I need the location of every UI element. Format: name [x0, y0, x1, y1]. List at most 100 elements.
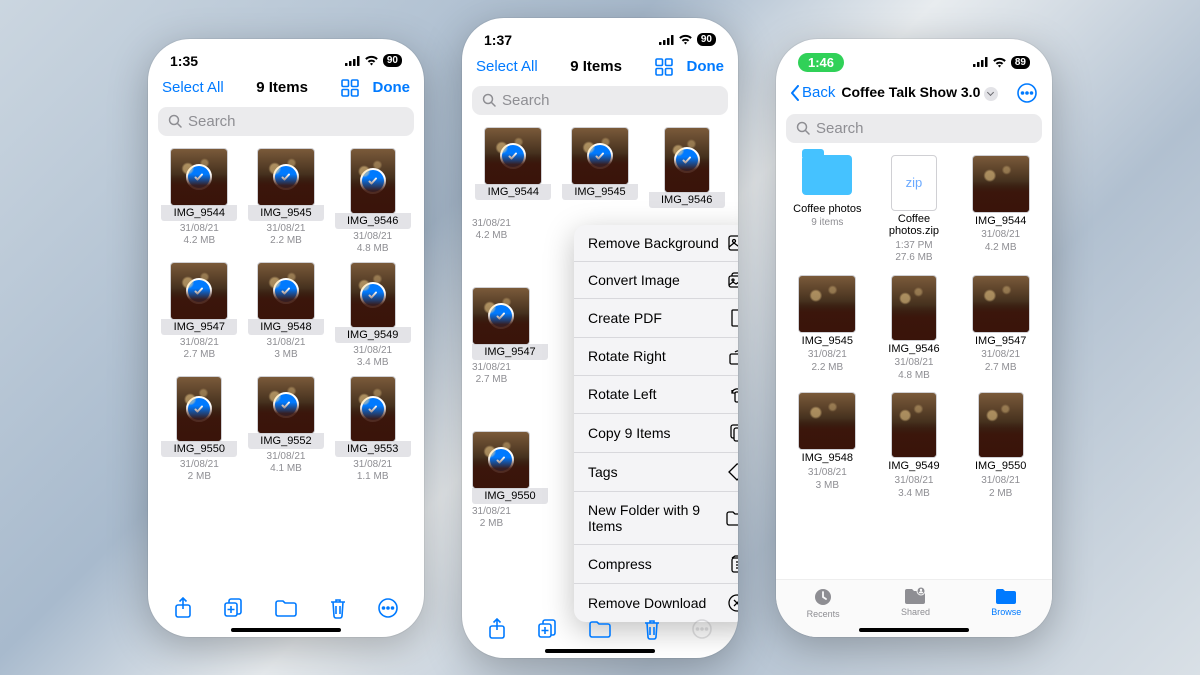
selected-check-icon	[273, 392, 299, 418]
menu-item-label: New Folder with 9 Items	[588, 502, 726, 534]
file-item[interactable]: IMG_9547 31/08/212.7 MB	[959, 275, 1042, 383]
duplicate-icon[interactable]	[536, 618, 558, 640]
file-item[interactable]: IMG_9550 31/08/212 MB	[158, 376, 241, 484]
file-name: IMG_9549	[888, 460, 939, 473]
file-item[interactable]: IMG_9545	[559, 127, 642, 208]
status-bar: 1:37 90	[462, 18, 738, 52]
duplicate-icon[interactable]	[222, 597, 244, 619]
home-indicator[interactable]	[859, 628, 969, 632]
file-item[interactable]: IMG_9552 31/08/214.1 MB	[245, 376, 328, 484]
menu-item-rotr[interactable]: Rotate Right	[574, 338, 738, 376]
search-placeholder: Search	[188, 113, 236, 130]
back-button[interactable]: Back	[790, 84, 835, 101]
file-item[interactable]: IMG_9546 31/08/214.8 MB	[873, 275, 956, 383]
menu-item-label: Rotate Left	[588, 386, 657, 402]
selected-check-icon	[360, 168, 386, 194]
move-folder-icon[interactable]	[274, 597, 298, 619]
menu-item-copy[interactable]: Copy 9 Items	[574, 414, 738, 453]
file-name: Coffee photos.zip	[875, 213, 953, 238]
file-name: IMG_9548	[248, 319, 324, 335]
file-item[interactable]: IMG_9544 31/08/214.2 MB	[158, 148, 241, 256]
selected-check-icon	[186, 164, 212, 190]
file-item[interactable]: IMG_9544 31/08/214.2 MB	[472, 216, 552, 243]
menu-item-pdf[interactable]: Create PDF	[574, 299, 738, 338]
menu-item-rotl[interactable]: Rotate Left	[574, 376, 738, 414]
file-meta: 31/08/212.7 MB	[981, 349, 1020, 374]
menu-item-label: Copy 9 Items	[588, 425, 670, 441]
view-mode-icon[interactable]	[655, 58, 673, 76]
file-item[interactable]: IMG_9550 31/08/212 MB	[959, 392, 1042, 500]
selected-check-icon	[488, 303, 514, 329]
file-item[interactable]: Coffee photos 9 items	[786, 155, 869, 265]
file-item[interactable]: IMG_9546 31/08/214.8 MB	[331, 148, 414, 256]
share-icon[interactable]	[173, 597, 193, 619]
file-item[interactable]: IMG_9553 31/08/211.1 MB	[331, 376, 414, 484]
rotl-icon	[729, 386, 738, 403]
search-bar[interactable]: Search	[158, 107, 414, 136]
menu-item-compress[interactable]: Compress	[574, 545, 738, 584]
done-button[interactable]: Done	[687, 58, 725, 75]
phone-screen-select: 1:35 90 Select All 9 Items Done Search I…	[148, 39, 424, 637]
file-item[interactable]: IMG_9545 31/08/212.2 MB	[786, 275, 869, 383]
search-bar[interactable]: Search	[786, 114, 1042, 143]
file-item[interactable]: IMG_9548 31/08/213 MB	[245, 262, 328, 370]
file-item[interactable]: IMG_9549 31/08/213.4 MB	[331, 262, 414, 370]
battery-level: 90	[697, 33, 716, 46]
view-mode-icon[interactable]	[341, 79, 359, 97]
file-meta: 31/08/212 MB	[472, 506, 511, 531]
file-thumbnail	[798, 275, 856, 333]
status-time-pill[interactable]: 1:46	[798, 53, 844, 72]
file-name: IMG_9549	[335, 327, 411, 343]
file-item[interactable]: IMG_9549 31/08/213.4 MB	[873, 392, 956, 500]
battery-level: 89	[1011, 56, 1030, 69]
select-all-button[interactable]: Select All	[476, 58, 538, 75]
file-item[interactable]: IMG_9546	[645, 127, 728, 208]
menu-item-label: Tags	[588, 464, 618, 480]
file-item[interactable]: IMG_9547 31/08/212.7 MB	[472, 287, 552, 387]
tab-browse[interactable]: Browse	[991, 586, 1021, 619]
wifi-icon	[364, 55, 379, 66]
file-name: IMG_9546	[888, 343, 939, 356]
menu-item-label: Create PDF	[588, 310, 662, 326]
file-thumbnail	[257, 262, 315, 320]
file-meta: 31/08/212.2 MB	[808, 349, 847, 374]
menu-item-convert[interactable]: Convert Image	[574, 262, 738, 299]
more-icon[interactable]	[691, 618, 713, 640]
home-indicator[interactable]	[231, 628, 341, 632]
chevron-down-icon[interactable]	[984, 87, 998, 101]
file-item[interactable]: IMG_9544	[472, 127, 555, 208]
trash-icon[interactable]	[328, 597, 348, 619]
done-button[interactable]: Done	[373, 79, 411, 96]
menu-item-label: Compress	[588, 556, 652, 572]
search-placeholder: Search	[816, 120, 864, 137]
file-item[interactable]: IMG_9550 31/08/212 MB	[472, 431, 552, 531]
move-folder-icon[interactable]	[588, 618, 612, 640]
search-bar[interactable]: Search	[472, 86, 728, 115]
more-icon[interactable]	[377, 597, 399, 619]
home-indicator[interactable]	[545, 649, 655, 653]
select-all-button[interactable]: Select All	[162, 79, 224, 96]
back-label: Back	[802, 84, 835, 101]
file-thumbnail	[472, 431, 530, 489]
file-meta: 31/08/212 MB	[180, 459, 219, 484]
menu-item-rmbg[interactable]: Remove Background	[574, 225, 738, 262]
file-item[interactable]: IMG_9547 31/08/212.7 MB	[158, 262, 241, 370]
battery-level: 90	[383, 54, 402, 67]
menu-item-tag[interactable]: Tags	[574, 453, 738, 492]
file-item[interactable]: IMG_9544 31/08/214.2 MB	[959, 155, 1042, 265]
zip-icon: zip	[891, 155, 937, 211]
menu-item-newfolder[interactable]: New Folder with 9 Items	[574, 492, 738, 545]
tab-shared[interactable]: Shared	[901, 586, 930, 619]
trash-icon[interactable]	[642, 618, 662, 640]
file-item[interactable]: IMG_9545 31/08/212.2 MB	[245, 148, 328, 256]
file-item[interactable]: zip Coffee photos.zip 1:37 PM27.6 MB	[873, 155, 956, 265]
tab-recents[interactable]: Recents	[807, 586, 840, 619]
menu-item-label: Remove Download	[588, 595, 706, 611]
file-thumbnail	[798, 392, 856, 450]
share-icon[interactable]	[487, 618, 507, 640]
file-item[interactable]: IMG_9548 31/08/213 MB	[786, 392, 869, 500]
file-meta: 31/08/213 MB	[808, 467, 847, 492]
file-thumbnail	[350, 376, 396, 442]
more-icon[interactable]	[1016, 82, 1038, 104]
file-meta: 31/08/214.2 MB	[981, 229, 1020, 254]
